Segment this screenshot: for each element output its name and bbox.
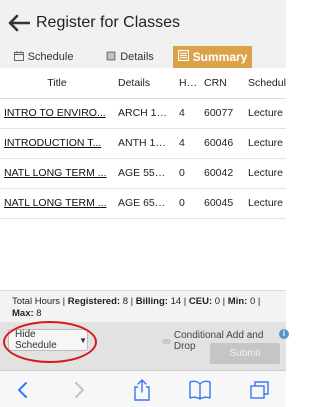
column-header-crn[interactable]: CRN <box>200 68 244 99</box>
course-hours: 4 <box>175 128 200 159</box>
ceu-label: CEU: <box>188 296 213 307</box>
course-title-link[interactable]: NATL LONG TERM ... <box>0 188 114 219</box>
page-header: Register for Classes <box>0 0 286 46</box>
course-schedule-type: Lecture <box>244 128 286 159</box>
tab-bar: Schedule Details Summary <box>0 46 286 68</box>
course-hours: 0 <box>175 158 200 189</box>
back-arrow-icon[interactable] <box>4 0 34 46</box>
summary-table-container[interactable]: Title Details Hour CRN Schedule INTRO TO… <box>0 68 286 290</box>
course-hours: 0 <box>175 188 200 219</box>
table-header-row: Title Details Hour CRN Schedule <box>0 68 286 99</box>
tab-details-label: Details <box>120 51 154 63</box>
max-value: 8 <box>36 308 42 319</box>
ceu-value: 0 | <box>212 296 228 307</box>
forward-chevron-icon[interactable] <box>60 371 100 407</box>
course-schedule-type: Lecture <box>244 158 286 189</box>
total-hours-summary: Total Hours | Registered: 8 | Billing: 1… <box>0 290 286 322</box>
totals-prefix: Total Hours | <box>12 296 68 307</box>
course-schedule-type: Lecture <box>244 98 286 129</box>
column-header-hours[interactable]: Hour <box>175 68 200 99</box>
table-row[interactable]: INTRODUCTION T... ANTH 102,... 4 60046 L… <box>0 128 286 159</box>
billing-label: Billing: <box>135 296 168 307</box>
registered-value: 8 | <box>120 296 136 307</box>
course-hours: 4 <box>175 98 200 129</box>
course-details: AGE 657, ... <box>114 188 175 219</box>
column-header-details[interactable]: Details <box>114 68 175 99</box>
submit-button[interactable]: Submit <box>210 343 280 364</box>
summary-icon <box>177 50 189 64</box>
billing-value: 14 | <box>167 296 189 307</box>
max-label: Max: <box>12 308 34 319</box>
summary-table: Title Details Hour CRN Schedule INTRO TO… <box>0 68 286 219</box>
tabs-icon[interactable] <box>240 371 280 407</box>
course-crn: 60046 <box>200 128 244 159</box>
course-details: AGE 557, ... <box>114 158 175 189</box>
tab-schedule[interactable]: Schedule <box>0 46 87 68</box>
course-title-link[interactable]: INTRO TO ENVIRO... <box>0 98 114 129</box>
info-icon[interactable]: i <box>279 329 289 339</box>
back-chevron-icon[interactable] <box>2 371 42 407</box>
course-crn: 60045 <box>200 188 244 219</box>
course-title-link[interactable]: INTRODUCTION T... <box>0 128 114 159</box>
share-icon[interactable] <box>122 371 162 407</box>
course-schedule-type: Lecture <box>244 188 286 219</box>
course-title-link[interactable]: NATL LONG TERM ... <box>0 158 114 189</box>
tab-summary-label: Summary <box>192 50 248 64</box>
details-icon <box>106 51 116 64</box>
course-crn: 60077 <box>200 98 244 129</box>
conditional-toggle[interactable] <box>162 338 171 344</box>
table-row[interactable]: NATL LONG TERM ... AGE 557, ... 0 60042 … <box>0 158 286 189</box>
table-row[interactable]: INTRO TO ENVIRO... ARCH 101... 4 60077 L… <box>0 98 286 129</box>
column-header-title[interactable]: Title <box>0 68 114 99</box>
browser-toolbar <box>0 370 286 407</box>
bookmarks-icon[interactable] <box>180 371 220 407</box>
column-header-schedule[interactable]: Schedule <box>244 68 286 99</box>
tab-details[interactable]: Details <box>87 46 173 68</box>
course-crn: 60042 <box>200 158 244 189</box>
annotation-circle <box>3 321 97 363</box>
calendar-icon <box>13 50 24 64</box>
course-details: ANTH 102,... <box>114 128 175 159</box>
table-row[interactable]: NATL LONG TERM ... AGE 657, ... 0 60045 … <box>0 188 286 219</box>
course-details: ARCH 101... <box>114 98 175 129</box>
min-label: Min: <box>227 296 248 307</box>
registered-label: Registered: <box>67 296 121 307</box>
tab-summary[interactable]: Summary <box>173 46 252 68</box>
page-title: Register for Classes <box>36 14 181 31</box>
tab-schedule-label: Schedule <box>27 51 74 63</box>
min-value: 0 | <box>247 296 261 307</box>
